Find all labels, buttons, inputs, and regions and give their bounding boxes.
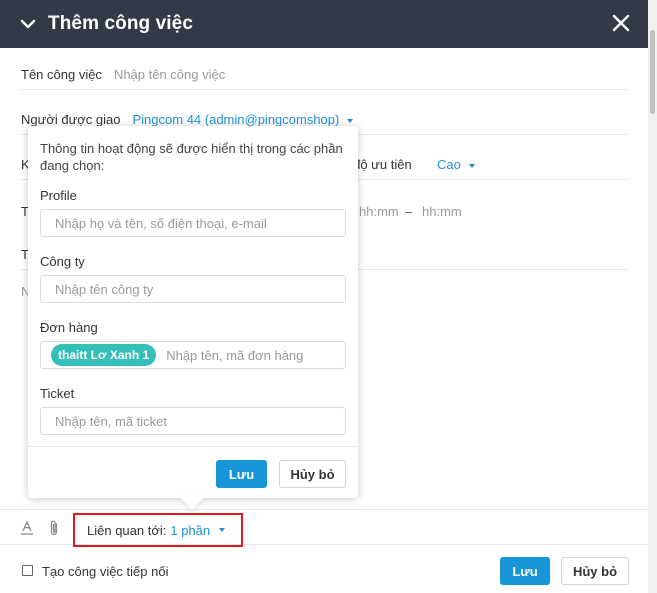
assignee-label: Người được giao xyxy=(21,112,121,127)
related-label: Liên quan tới: xyxy=(87,522,167,538)
profile-placeholder: Nhập họ và tên, số điện thoại, e-mail xyxy=(55,215,267,231)
ticket-input[interactable]: Nhập tên, mã ticket xyxy=(40,407,346,435)
popover-cancel-button[interactable]: Hủy bỏ xyxy=(279,460,346,488)
start-time-input[interactable]: hh:mm xyxy=(359,204,399,219)
related-to-selector[interactable]: Liên quan tới: 1 phần xyxy=(73,513,243,547)
scrollbar[interactable] xyxy=(648,0,657,593)
followup-label: Tạo công việc tiếp nối xyxy=(42,564,169,579)
ticket-placeholder: Nhập tên, mã ticket xyxy=(55,413,167,429)
editor-toolbar: Liên quan tới: 1 phần xyxy=(0,509,648,547)
popover-info: Thông tin hoạt động sẽ được hiển thị tro… xyxy=(40,141,343,173)
cancel-button[interactable]: Hủy bỏ xyxy=(561,557,629,585)
caret-down-icon[interactable] xyxy=(219,528,226,532)
popover-arrow xyxy=(180,486,204,510)
related-value[interactable]: 1 phần xyxy=(170,523,210,538)
order-label: Đơn hàng xyxy=(40,320,98,335)
task-name-input[interactable]: Nhập tên công việc xyxy=(114,67,225,82)
company-label: Công ty xyxy=(40,254,85,269)
task-name-row: Tên công việc Nhập tên công việc xyxy=(21,60,629,90)
dialog-title: Thêm công việc xyxy=(48,13,193,34)
order-placeholder: Nhập tên, mã đơn hàng xyxy=(166,347,304,363)
company-placeholder: Nhập tên công ty xyxy=(55,281,154,297)
time-separator: – xyxy=(405,203,413,219)
chevron-down-icon[interactable] xyxy=(18,14,38,34)
followup-checkbox[interactable] xyxy=(22,565,33,576)
popover-save-button[interactable]: Lưu xyxy=(216,460,267,488)
dialog-header: Thêm công việc xyxy=(0,0,648,48)
priority-value: Cao xyxy=(437,157,461,172)
task-name-label: Tên công việc xyxy=(21,67,102,82)
priority-select[interactable]: Cao xyxy=(437,157,475,172)
caret-down-icon xyxy=(347,118,354,123)
save-button[interactable]: Lưu xyxy=(500,557,550,585)
order-input[interactable]: thaitt Lơ Xanh 1 Nhập tên, mã đơn hàng xyxy=(40,341,346,369)
company-input[interactable]: Nhập tên công ty xyxy=(40,275,346,303)
ticket-label: Ticket xyxy=(40,386,75,401)
scrollbar-thumb[interactable] xyxy=(650,30,655,114)
popover-divider xyxy=(28,446,358,447)
order-tag[interactable]: thaitt Lơ Xanh 1 xyxy=(51,344,157,366)
assignee-value: Pingcom 44 (admin@pingcomshop) xyxy=(132,112,340,127)
profile-input[interactable]: Nhập họ và tên, số điện thoại, e-mail xyxy=(40,209,346,237)
end-time-input[interactable]: hh:mm xyxy=(422,204,462,219)
paperclip-icon[interactable] xyxy=(48,519,60,537)
caret-down-icon xyxy=(468,163,475,168)
text-color-icon[interactable] xyxy=(20,520,34,536)
profile-label: Profile xyxy=(40,188,77,203)
close-icon[interactable] xyxy=(610,12,632,34)
related-popover: Thông tin hoạt động sẽ được hiển thị tro… xyxy=(28,126,358,510)
assignee-select[interactable]: Pingcom 44 (admin@pingcomshop) xyxy=(133,112,354,127)
